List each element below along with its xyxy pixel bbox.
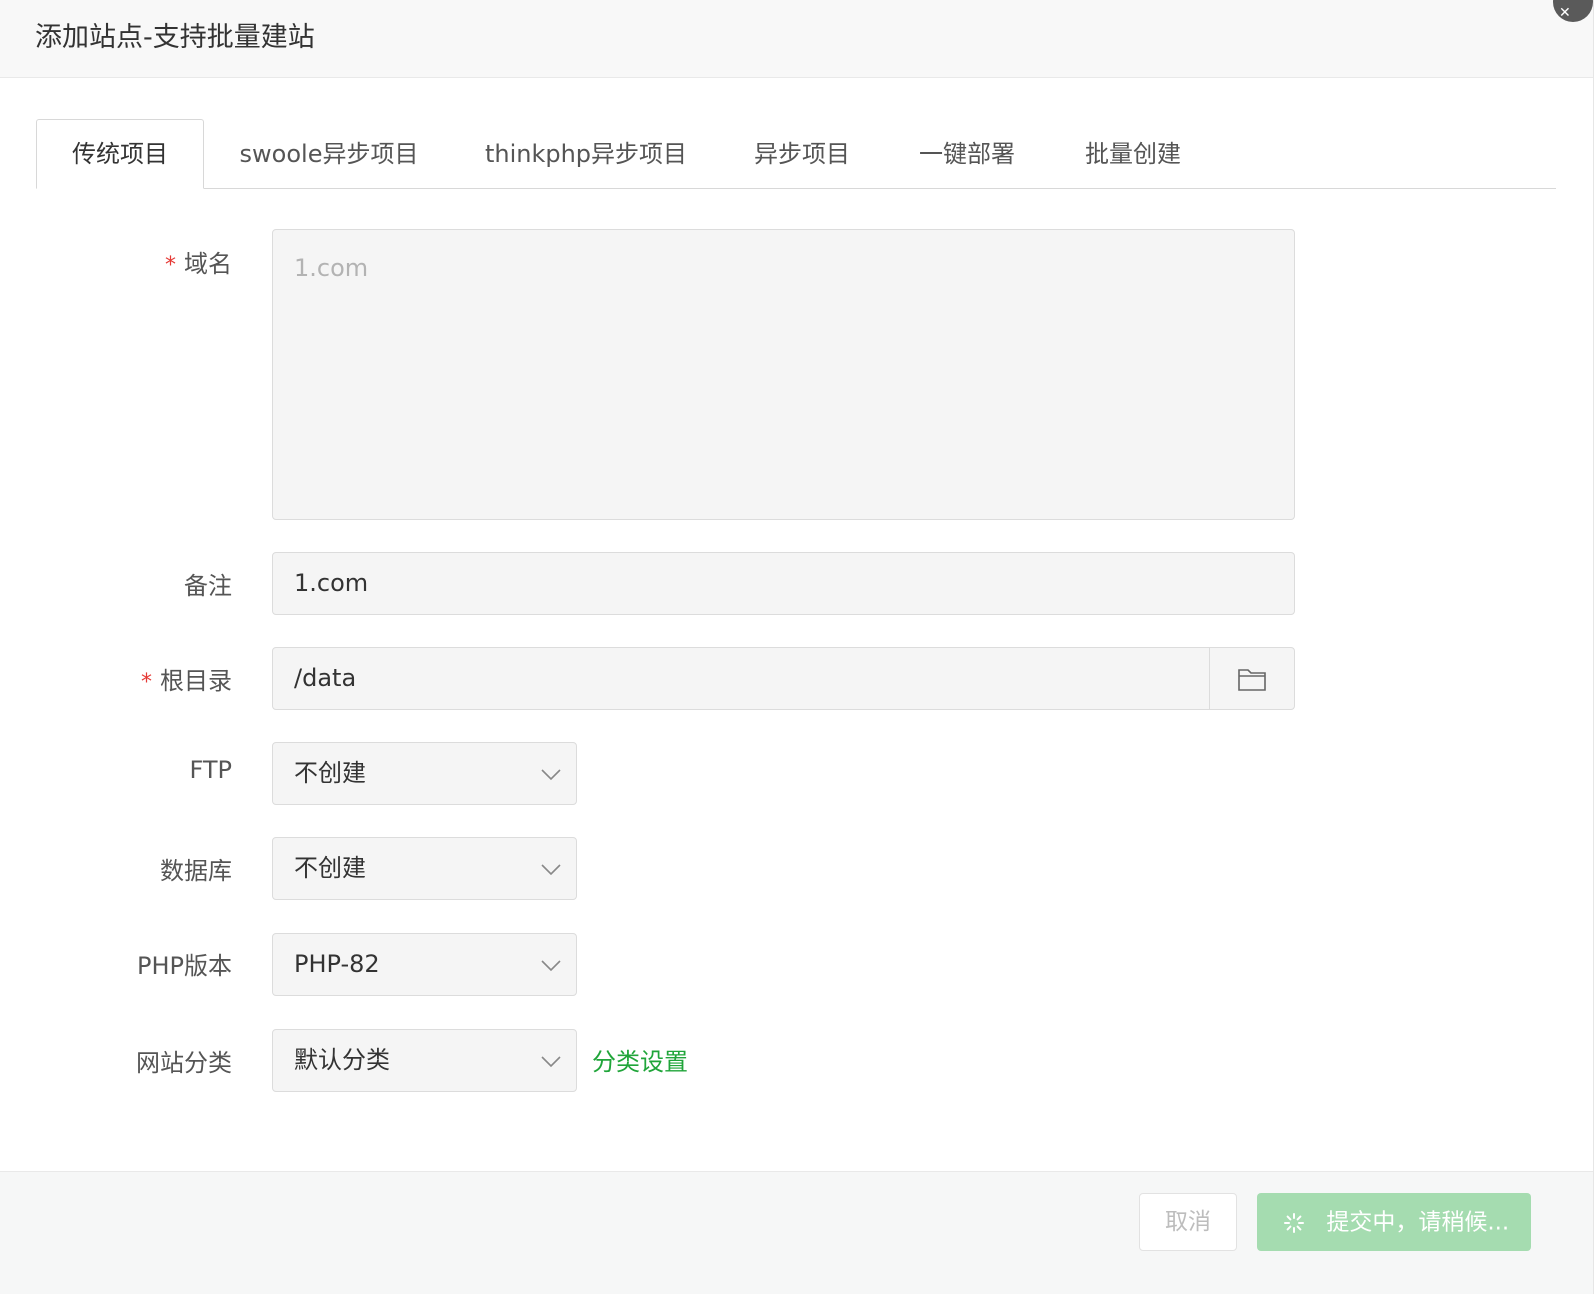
close-icon: ✕ [1559, 5, 1571, 21]
chevron-down-icon [541, 1056, 561, 1068]
tab-one-click-deploy[interactable]: 一键部署 [902, 119, 1032, 189]
cancel-button[interactable]: 取消 [1139, 1193, 1237, 1251]
chevron-down-icon [541, 960, 561, 972]
category-settings-link[interactable]: 分类设置 [592, 1044, 688, 1080]
add-site-dialog: 添加站点-支持批量建站 ✕ 传统项目 swoole异步项目 thinkphp异步… [0, 0, 1594, 1294]
tab-traditional-project[interactable]: 传统项目 [36, 119, 204, 189]
folder-icon [1238, 668, 1266, 691]
chevron-down-icon [541, 769, 561, 781]
remark-input[interactable]: 1.com [272, 552, 1295, 615]
tab-thinkphp-async-project[interactable]: thinkphp异步项目 [466, 119, 706, 189]
tab-async-project[interactable]: 异步项目 [738, 119, 866, 189]
domain-textarea[interactable]: 1.com [272, 229, 1295, 520]
php-version-label: PHP版本 [137, 952, 232, 980]
rootdir-input[interactable]: /data [272, 647, 1295, 710]
domain-label: * 域名 [165, 250, 232, 278]
database-select[interactable]: 不创建 [272, 837, 577, 900]
dialog-title: 添加站点-支持批量建站 [35, 22, 315, 53]
submit-button[interactable]: 提交中，请稍候... [1257, 1193, 1531, 1251]
site-category-label: 网站分类 [136, 1049, 232, 1077]
database-label: 数据库 [160, 857, 232, 885]
tab-batch-create[interactable]: 批量创建 [1068, 119, 1198, 189]
required-mark: * [141, 670, 152, 695]
dialog-header: 添加站点-支持批量建站 [0, 0, 1593, 78]
chevron-down-icon [541, 864, 561, 876]
browse-folder-button[interactable] [1209, 648, 1294, 709]
remark-label: 备注 [184, 572, 232, 600]
domain-placeholder: 1.com [294, 254, 369, 282]
site-category-select[interactable]: 默认分类 [272, 1029, 577, 1092]
required-mark: * [165, 253, 176, 278]
tab-bar: 传统项目 swoole异步项目 thinkphp异步项目 异步项目 一键部署 批… [36, 119, 1556, 189]
ftp-select[interactable]: 不创建 [272, 742, 577, 805]
rootdir-value: /data [294, 664, 357, 692]
php-version-select[interactable]: PHP-82 [272, 933, 577, 996]
submit-label: 提交中，请稍候... [1326, 1209, 1510, 1236]
tab-swoole-async-project[interactable]: swoole异步项目 [222, 119, 436, 189]
rootdir-label: * 根目录 [141, 667, 232, 695]
ftp-label: FTP [189, 756, 232, 784]
loading-spinner-icon [1284, 1212, 1304, 1233]
